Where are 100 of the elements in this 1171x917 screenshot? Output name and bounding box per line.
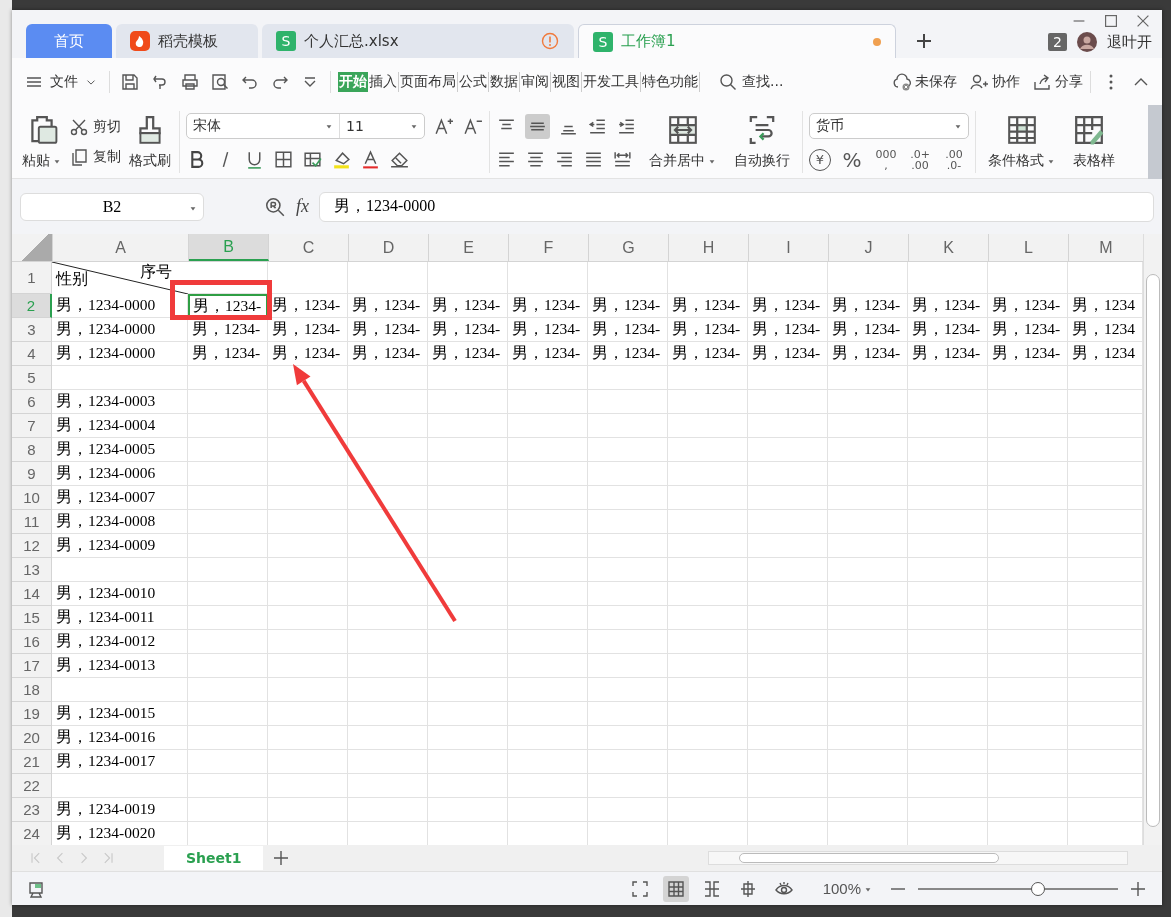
table-cell-text: 性别 <box>56 269 88 289</box>
tab-label: 稻壳模板 <box>158 31 219 51</box>
row-header[interactable]: 5 <box>12 366 52 390</box>
row-header[interactable]: 18 <box>12 678 52 702</box>
row-header[interactable]: 20 <box>12 726 52 750</box>
table-cell: 男，1234- <box>588 318 668 342</box>
column-header[interactable]: C <box>269 234 349 261</box>
avatar-icon[interactable] <box>1077 32 1097 52</box>
document-tab[interactable]: S 个人汇总.xlsx <box>262 24 574 58</box>
row-header[interactable]: 21 <box>12 750 52 774</box>
ribbon-tab[interactable]: 视图 <box>551 71 582 92</box>
collaborate-button[interactable]: 协作 <box>969 71 1020 92</box>
table-cell: 男，1234- <box>188 318 268 342</box>
column-header[interactable]: H <box>669 234 749 261</box>
number-format-button[interactable]: .00 .0- <box>941 148 967 171</box>
search-button[interactable]: 查找... <box>718 71 784 92</box>
ribbon-tab[interactable]: 开始 <box>338 71 368 92</box>
row-header[interactable]: 22 <box>12 774 52 798</box>
print-icon[interactable] <box>180 71 200 92</box>
merge-center-button[interactable]: 合并居中 <box>643 111 722 172</box>
document-tab[interactable]: 首页 <box>26 24 112 58</box>
conditional-format-button[interactable]: 条件格式 <box>982 111 1061 172</box>
save-icon[interactable] <box>120 71 140 92</box>
row-header[interactable]: 3 <box>12 318 52 342</box>
format-painter-button[interactable]: 格式刷 <box>127 111 173 172</box>
normal-view-icon[interactable] <box>662 875 689 902</box>
column-header[interactable]: K <box>909 234 989 261</box>
column-header[interactable]: L <box>989 234 1069 261</box>
cut-button[interactable]: 剪切 <box>69 116 121 137</box>
row-header[interactable]: 9 <box>12 462 52 486</box>
column-header[interactable]: D <box>349 234 429 261</box>
font-color-icon[interactable] <box>360 149 381 170</box>
cell-format-icon[interactable] <box>302 149 323 170</box>
column-header[interactable]: E <box>429 234 509 261</box>
zoom-select[interactable]: 100% <box>822 880 872 897</box>
zoom-slider-thumb[interactable] <box>1031 881 1045 896</box>
align-icon[interactable] <box>525 113 550 139</box>
row-header[interactable]: 13 <box>12 558 52 582</box>
table-cell: 男，1234- <box>988 294 1068 318</box>
sheet-tab[interactable]: Sheet1 <box>164 846 264 870</box>
row-header[interactable]: 15 <box>12 606 52 630</box>
row-header[interactable]: 10 <box>12 486 52 510</box>
print-preview-icon[interactable] <box>210 71 230 92</box>
column-header[interactable]: G <box>589 234 669 261</box>
row-header[interactable]: 1 <box>12 262 52 294</box>
row-header[interactable]: 16 <box>12 630 52 654</box>
row-header[interactable]: 7 <box>12 414 52 438</box>
name-box[interactable]: B2 <box>20 192 204 221</box>
ribbon-tab[interactable]: 审阅 <box>520 71 551 92</box>
vertical-scrollbar[interactable] <box>1143 234 1162 845</box>
wrap-text-button[interactable]: 自动换行 <box>728 111 796 172</box>
document-tab[interactable]: S 工作簿1 <box>578 24 896 58</box>
table-style-button[interactable]: 表格样 <box>1067 111 1135 172</box>
column-header[interactable]: F <box>509 234 589 261</box>
copy-icon <box>69 146 89 167</box>
row-header[interactable]: 17 <box>12 654 52 678</box>
new-tab-icon[interactable] <box>914 31 934 51</box>
window-count-badge[interactable]: 2 <box>1048 33 1067 51</box>
file-menu-button[interactable]: 文件 <box>20 71 102 92</box>
increase-font-icon[interactable] <box>433 115 454 137</box>
ribbon-tab[interactable]: 页面布局 <box>399 71 458 92</box>
row-header[interactable]: 19 <box>12 702 52 726</box>
table-cell: 男，1234-0007 <box>52 486 188 510</box>
row-header[interactable]: 8 <box>12 438 52 462</box>
maximize-icon[interactable] <box>1102 12 1120 30</box>
ribbon-tab[interactable]: 数据 <box>489 71 520 92</box>
decrease-font-icon[interactable] <box>462 115 483 137</box>
row-header[interactable]: 24 <box>12 822 52 845</box>
row-header[interactable]: 4 <box>12 342 52 366</box>
zoom-formula-icon[interactable] <box>264 195 286 218</box>
number-format-select[interactable]: 货币 <box>809 112 969 139</box>
column-header[interactable]: J <box>829 234 909 261</box>
ribbon-tab[interactable]: 公式 <box>458 71 489 92</box>
horizontal-scrollbar[interactable] <box>708 851 1128 865</box>
formula-field[interactable]: 男，1234-0000 <box>319 191 1154 222</box>
save-status-button[interactable]: 未保存 <box>892 71 957 92</box>
table-cell: 男，1234- <box>348 342 428 366</box>
user-name[interactable]: 退叶开 <box>1107 32 1152 52</box>
number-format-button[interactable]: 000 , <box>873 148 899 171</box>
eraser-icon[interactable] <box>389 149 410 170</box>
ribbon-tab[interactable]: 开发工具 <box>582 71 641 92</box>
row-header[interactable]: 12 <box>12 534 52 558</box>
row-header[interactable]: 23 <box>12 798 52 822</box>
borders-icon[interactable] <box>273 149 294 170</box>
row-header[interactable]: 6 <box>12 390 52 414</box>
row-header[interactable]: 14 <box>12 582 52 606</box>
table-cell: 男，1234- <box>908 318 988 342</box>
row-header[interactable]: 11 <box>12 510 52 534</box>
paste-button[interactable]: 粘贴 <box>20 111 63 172</box>
table-cell: 男，1234- <box>188 294 268 318</box>
column-header[interactable]: I <box>749 234 829 261</box>
share-button[interactable]: 分享 <box>1032 71 1083 92</box>
number-format-button[interactable]: .0+ .00 <box>907 148 933 171</box>
function-label[interactable]: fx <box>296 196 309 217</box>
copy-button[interactable]: 复制 <box>69 146 121 167</box>
fill-color-icon[interactable] <box>331 149 352 170</box>
number-format-button[interactable]: % <box>839 148 865 171</box>
ribbon-tab[interactable]: 特色功能 <box>641 71 700 92</box>
document-tab[interactable]: 稻壳模板 <box>116 24 258 58</box>
ribbon-tab[interactable]: 插入 <box>368 71 399 92</box>
